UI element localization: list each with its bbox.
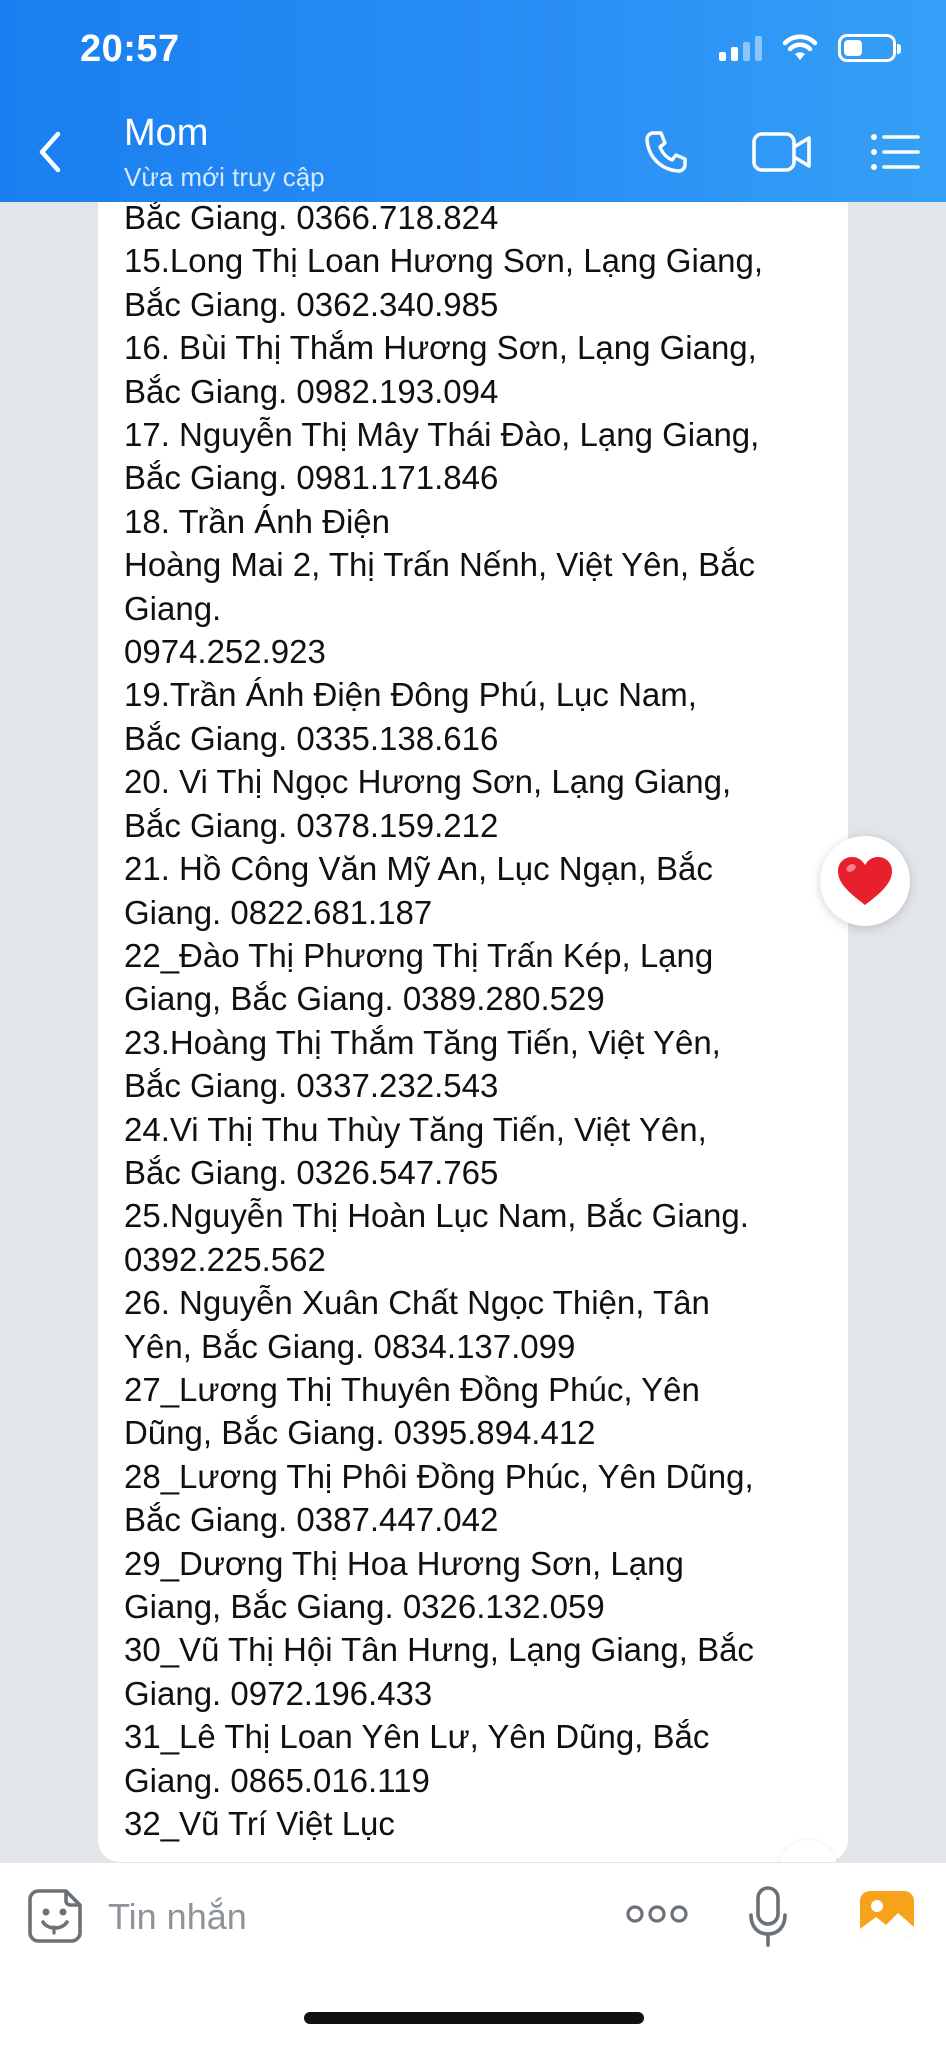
video-call-button[interactable] bbox=[750, 126, 814, 178]
photo-button[interactable] bbox=[858, 1889, 916, 1941]
call-button[interactable] bbox=[640, 126, 692, 178]
status-icons bbox=[719, 34, 901, 62]
sticker-face-icon bbox=[28, 1889, 82, 1943]
menu-button[interactable] bbox=[868, 126, 922, 178]
list-menu-icon bbox=[871, 134, 920, 170]
wifi-icon bbox=[782, 34, 818, 60]
cellular-signal-icon bbox=[719, 35, 762, 61]
message-text: Bắc Giang. 0366.718.824 15.Long Thị Loan… bbox=[124, 202, 764, 1843]
heart-icon bbox=[838, 857, 892, 905]
image-icon bbox=[860, 1891, 914, 1939]
contact-name[interactable]: Mom bbox=[124, 112, 208, 155]
status-time: 20:57 bbox=[80, 28, 180, 70]
video-camera-icon bbox=[752, 132, 811, 172]
back-button[interactable] bbox=[30, 124, 70, 180]
more-options-button[interactable] bbox=[626, 1899, 688, 1929]
chat-area[interactable]: Bắc Giang. 0366.718.824 15.Long Thị Loan… bbox=[0, 202, 946, 1862]
chevron-left-icon bbox=[39, 131, 61, 173]
reaction-button[interactable] bbox=[820, 836, 910, 926]
sticker-button[interactable] bbox=[26, 1887, 84, 1945]
microphone-icon bbox=[749, 1886, 787, 1947]
more-dots-icon bbox=[626, 1905, 688, 1923]
contact-status: Vừa mới truy cập bbox=[124, 162, 325, 192]
chat-header: 20:57 Mom Vừa mới truy cập bbox=[0, 0, 946, 202]
battery-icon bbox=[838, 34, 901, 62]
phone-icon bbox=[645, 131, 687, 173]
voice-record-button[interactable] bbox=[748, 1885, 788, 1949]
home-indicator[interactable] bbox=[304, 2012, 644, 2024]
message-input[interactable] bbox=[108, 1889, 588, 1945]
